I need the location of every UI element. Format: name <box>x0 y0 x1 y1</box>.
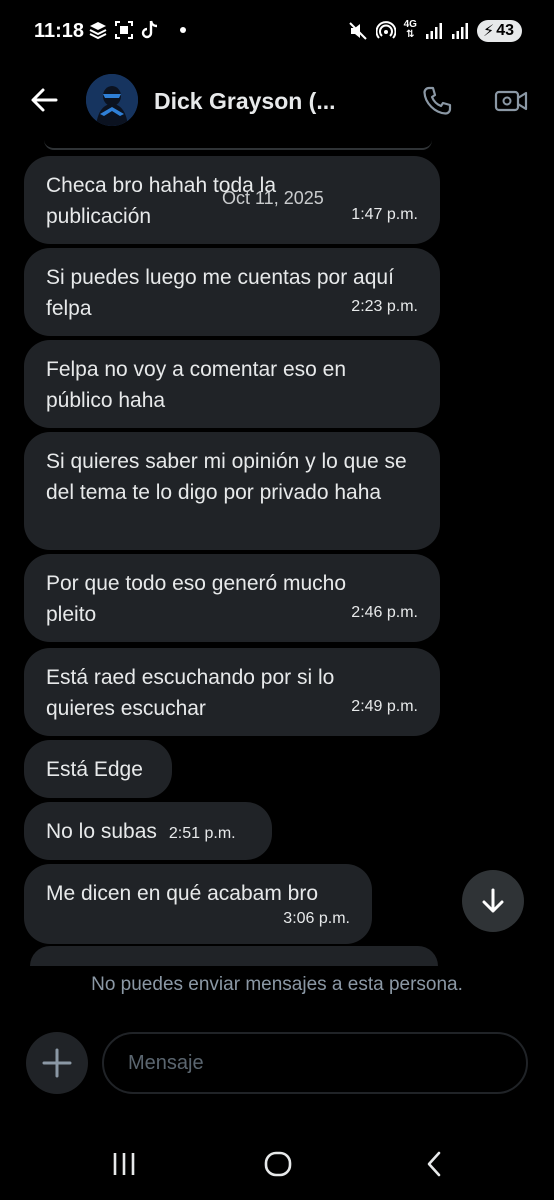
system-nav-bar <box>0 1128 554 1200</box>
message-time: 2:23 p.m. <box>351 298 418 315</box>
back-button[interactable] <box>26 82 62 118</box>
avatar[interactable] <box>86 74 138 126</box>
message-bubble[interactable]: Si quieres saber mi opinión y lo que se … <box>24 432 440 550</box>
message-text: Está raed escuchando por si lo quieres e… <box>46 666 335 720</box>
recent-apps-button[interactable] <box>102 1146 146 1182</box>
message-time: 2:46 p.m. <box>351 604 418 621</box>
date-divider: Oct 11, 2025 <box>222 188 324 208</box>
arrow-left-icon <box>31 88 58 112</box>
message-bubble[interactable]: Por que todo eso generó mucho pleito 2:4… <box>24 554 440 642</box>
message-text: Felpa no voy a comentar eso en público h… <box>46 358 347 412</box>
notification-dot-icon <box>180 27 186 33</box>
message-time: 2:49 p.m. <box>351 698 418 715</box>
chevron-left-icon <box>427 1151 441 1177</box>
status-time: 11:18 <box>34 20 85 42</box>
signal-icon <box>425 20 443 42</box>
status-left-icons <box>88 20 186 40</box>
message-text: Está Edge <box>46 758 143 781</box>
message-bubble[interactable]: Me dicen en qué acabam bro 3:06 p.m. <box>24 864 372 944</box>
next-message-edge <box>30 946 438 966</box>
phone-icon <box>423 86 452 115</box>
battery-icon: ⚡ 43 <box>476 20 522 42</box>
home-icon <box>264 1151 292 1177</box>
layers-icon <box>88 20 108 40</box>
message-bubble[interactable]: Felpa no voy a comentar eso en público h… <box>24 340 440 428</box>
scan-icon <box>114 20 134 40</box>
add-attachment-button[interactable] <box>26 1032 88 1094</box>
cannot-message-notice: No puedes enviar mensajes a esta persona… <box>91 974 463 995</box>
battery-level: 43 <box>496 22 514 39</box>
message-input[interactable] <box>102 1032 528 1094</box>
contact-name[interactable]: Dick Grayson (... <box>154 88 336 115</box>
data-arrows-icon: 4G ⇅ <box>403 19 417 40</box>
message-text: No lo subas <box>46 820 157 843</box>
message-bubble[interactable]: Está raed escuchando por si lo quieres e… <box>24 648 440 736</box>
previous-message-edge <box>44 140 432 150</box>
scroll-to-bottom-button[interactable] <box>462 870 524 932</box>
home-button[interactable] <box>256 1146 300 1182</box>
chat-header: Dick Grayson (... <box>0 64 554 140</box>
message-text: Por que todo eso generó mucho pleito <box>46 572 347 626</box>
plus-icon <box>42 1048 72 1078</box>
message-time: 1:47 p.m. <box>351 206 418 223</box>
message-time: 3:06 p.m. <box>283 910 350 927</box>
video-call-button[interactable] <box>492 82 530 120</box>
message-text: Si quieres saber mi opinión y lo que se … <box>46 450 407 504</box>
message-bubble[interactable]: No lo subas 2:51 p.m. <box>24 802 272 860</box>
message-time: 2:51 p.m. <box>168 825 236 842</box>
back-nav-button[interactable] <box>412 1146 456 1182</box>
message-list[interactable]: Checa bro hahah toda la publicación 1:47… <box>0 140 554 962</box>
message-bubble[interactable]: Está Edge <box>24 740 172 798</box>
hotspot-icon <box>375 20 396 42</box>
arrow-down-icon <box>482 888 504 913</box>
recent-apps-icon <box>113 1153 135 1175</box>
video-camera-icon <box>494 90 528 112</box>
signal-icon <box>451 20 469 42</box>
status-bar: 11:18 4G ⇅ ⚡ 43 <box>0 0 554 64</box>
mute-icon <box>348 20 368 42</box>
tiktok-icon <box>140 20 160 40</box>
status-right-icons: 4G ⇅ ⚡ 43 <box>348 20 522 42</box>
call-button[interactable] <box>418 82 456 120</box>
message-bubble[interactable]: Si puedes luego me cuentas por aquí felp… <box>24 248 440 336</box>
